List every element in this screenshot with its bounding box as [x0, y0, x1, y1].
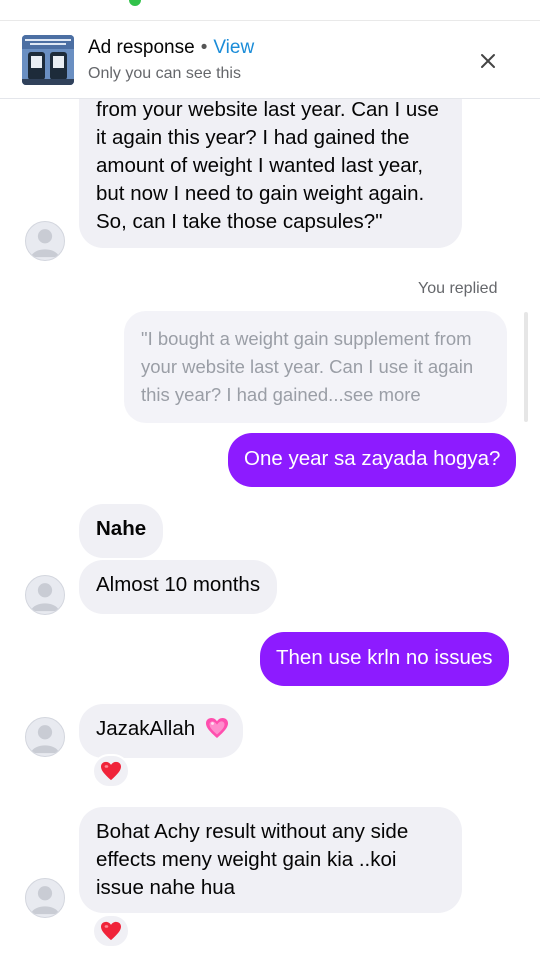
sender-avatar[interactable]	[25, 575, 65, 615]
incoming-message: Almost 10 months	[79, 560, 278, 614]
sender-avatar[interactable]	[25, 878, 65, 918]
outgoing-message: One year sa zayada hogya?	[228, 433, 517, 487]
message-text: JazakAllah	[96, 717, 196, 740]
ad-response-header: Ad response • View Only you can see this	[0, 21, 540, 99]
quoted-text: "I bought a weight gain supplement from …	[141, 328, 474, 405]
default-avatar-icon	[30, 886, 60, 915]
default-avatar-icon	[30, 725, 60, 754]
sender-avatar[interactable]	[25, 221, 65, 261]
sender-avatar[interactable]	[25, 717, 65, 757]
view-ad-link[interactable]: View	[213, 37, 254, 58]
red-heart-reaction-icon	[101, 761, 121, 781]
close-icon	[481, 54, 495, 68]
heart-reaction[interactable]	[92, 754, 130, 788]
red-heart-reaction-icon	[101, 921, 121, 941]
incoming-message: Nahe	[79, 504, 164, 558]
title-separator: •	[200, 37, 208, 58]
ad-title: Ad response	[88, 37, 195, 58]
default-avatar-icon	[30, 229, 60, 258]
message-text: Nahe	[96, 517, 147, 540]
incoming-message: Bohat Achy result without any side effec…	[79, 807, 462, 913]
message-text: Almost 10 months	[96, 573, 261, 596]
heart-reaction[interactable]	[92, 914, 130, 948]
scrollbar[interactable]	[524, 312, 528, 422]
message-text: Bohat Achy result without any side effec…	[96, 820, 409, 899]
message-text: Then use krln no issues	[276, 646, 493, 669]
close-button[interactable]	[474, 47, 502, 75]
ad-thumbnail[interactable]	[22, 35, 74, 85]
ad-title-row: Ad response • View	[88, 37, 254, 59]
message-text: from your website last year. Can I use i…	[96, 98, 439, 233]
default-avatar-icon	[30, 583, 60, 612]
incoming-message-ad-question: from your website last year. Can I use i…	[79, 76, 462, 248]
ad-thumbnail-image	[22, 35, 74, 85]
message-text: One year sa zayada hogya?	[244, 447, 501, 470]
pink-heart-emoji-icon	[205, 718, 228, 738]
ad-visibility-note: Only you can see this	[88, 65, 241, 82]
message-thread[interactable]: from your website last year. Can I use i…	[0, 0, 540, 960]
incoming-message: JazakAllah	[79, 704, 243, 758]
outgoing-message: Then use krln no issues	[260, 632, 509, 686]
see-more-link[interactable]: see more	[344, 384, 421, 405]
you-replied-label: You replied	[418, 280, 498, 297]
quoted-reply-preview[interactable]: "I bought a weight gain supplement from …	[124, 311, 507, 423]
